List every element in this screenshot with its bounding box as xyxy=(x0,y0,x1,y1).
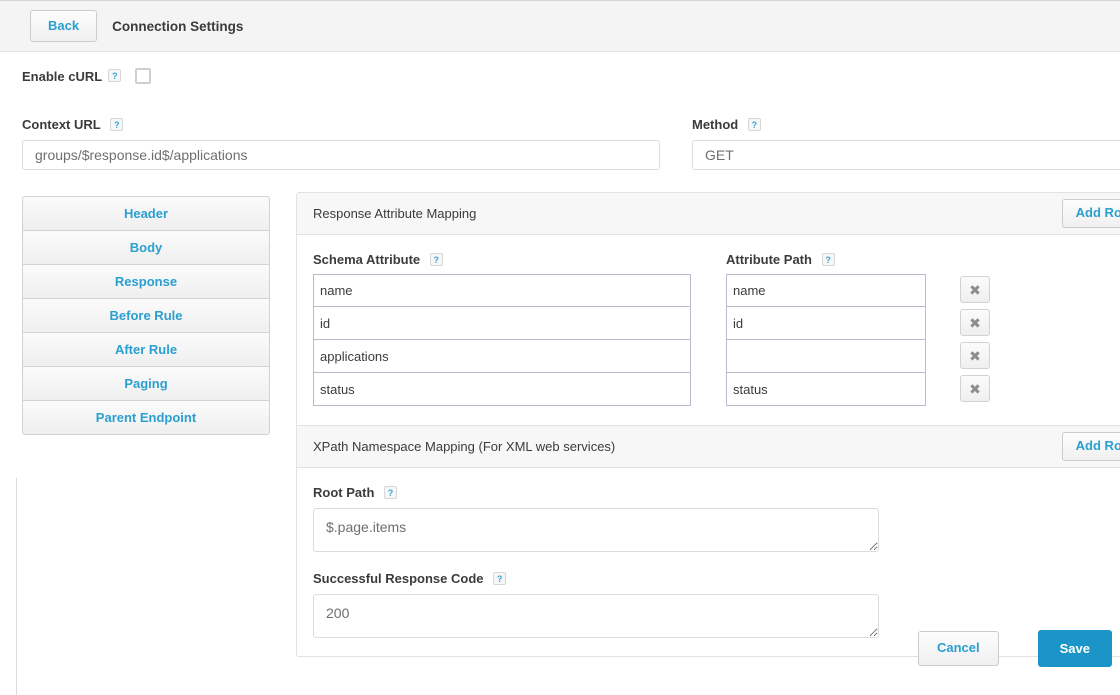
sidebar-item-response[interactable]: Response xyxy=(22,264,270,298)
xpath-namespace-mapping-panel: XPath Namespace Mapping (For XML web ser… xyxy=(296,425,1120,658)
attribute-path-input[interactable] xyxy=(726,373,926,406)
schema-attribute-input[interactable] xyxy=(313,340,691,373)
context-url-label: Context URL xyxy=(22,117,101,133)
help-icon[interactable]: ? xyxy=(493,571,507,585)
attribute-path-input[interactable] xyxy=(726,340,926,373)
add-row-button-response[interactable]: Add Row xyxy=(1061,199,1120,228)
page-title: Connection Settings xyxy=(112,18,244,34)
top-bar: Back Connection Settings xyxy=(0,0,1120,52)
left-divider xyxy=(16,478,17,695)
context-url-label-group: Context URL ? xyxy=(22,116,124,133)
schema-attribute-input[interactable] xyxy=(313,274,691,307)
sidebar-item-after-rule[interactable]: After Rule xyxy=(22,332,270,366)
attribute-path-header: Attribute Path ? xyxy=(726,251,926,267)
panel-header: XPath Namespace Mapping (For XML web ser… xyxy=(297,426,1120,468)
root-path-textarea[interactable]: $.page.items xyxy=(313,508,879,553)
panel-title: XPath Namespace Mapping (For XML web ser… xyxy=(313,439,616,454)
panel-header: Response Attribute Mapping Add Row xyxy=(297,193,1120,235)
help-icon[interactable]: ? xyxy=(108,69,122,82)
help-icon[interactable]: ? xyxy=(384,485,398,499)
panel-body: Root Path ? $.page.items Successful Resp… xyxy=(297,468,1120,656)
help-icon[interactable]: ? xyxy=(821,252,835,266)
attribute-path-input[interactable] xyxy=(726,307,926,340)
schema-attribute-inputs xyxy=(313,274,691,406)
sidebar-item-before-rule[interactable]: Before Rule xyxy=(22,298,270,332)
cancel-button[interactable]: Cancel xyxy=(917,631,999,666)
delete-row-button[interactable]: ✖ xyxy=(960,276,990,303)
help-icon[interactable]: ? xyxy=(429,252,443,266)
back-button[interactable]: Back xyxy=(30,9,98,43)
mapping-table: Schema Attribute ? Attribute Path ? xyxy=(313,251,1120,408)
help-icon[interactable]: ? xyxy=(747,117,761,131)
help-icon[interactable]: ? xyxy=(110,117,124,131)
delete-column: ✖ ✖ ✖ ✖ xyxy=(960,251,990,408)
method-input[interactable] xyxy=(692,140,1120,170)
context-url-input[interactable] xyxy=(22,140,660,170)
sidebar-item-parent-endpoint[interactable]: Parent Endpoint xyxy=(22,400,270,435)
response-attribute-mapping-panel: Response Attribute Mapping Add Row Schem… xyxy=(296,192,1120,427)
column-label: Schema Attribute xyxy=(313,252,421,268)
enable-curl-label: Enable cURL xyxy=(22,68,103,84)
schema-attribute-header: Schema Attribute ? xyxy=(313,251,691,267)
add-row-button-xpath[interactable]: Add Row xyxy=(1061,432,1120,461)
attribute-path-column: Attribute Path ? xyxy=(726,251,926,406)
attribute-path-inputs xyxy=(726,274,926,406)
sidebar-item-paging[interactable]: Paging xyxy=(22,366,270,400)
response-code-field: Successful Response Code ? 200 xyxy=(313,570,1120,639)
panel-title: Response Attribute Mapping xyxy=(313,206,477,221)
schema-attribute-input[interactable] xyxy=(313,373,691,406)
save-button[interactable]: Save xyxy=(1037,630,1112,667)
response-code-label: Successful Response Code xyxy=(313,571,484,587)
method-label-group: Method ? xyxy=(692,116,761,132)
root-path-field: Root Path ? $.page.items xyxy=(313,484,1120,553)
schema-attribute-input[interactable] xyxy=(313,307,691,340)
attribute-path-input[interactable] xyxy=(726,274,926,307)
response-code-label-group: Successful Response Code ? xyxy=(313,570,1120,586)
schema-attribute-column: Schema Attribute ? xyxy=(313,251,691,406)
column-label: Attribute Path xyxy=(726,252,812,268)
delete-row-button[interactable]: ✖ xyxy=(960,342,990,369)
sidebar-item-body[interactable]: Body xyxy=(22,230,270,264)
settings-sidebar: Header Body Response Before Rule After R… xyxy=(22,196,270,435)
form-actions: Cancel Save xyxy=(296,630,1112,667)
sidebar-item-header[interactable]: Header xyxy=(22,196,270,230)
panel-body: Schema Attribute ? Attribute Path ? xyxy=(297,235,1120,426)
root-path-label: Root Path xyxy=(313,485,375,501)
enable-curl-checkbox[interactable] xyxy=(135,68,152,84)
root-path-label-group: Root Path ? xyxy=(313,484,1120,500)
enable-curl-field: Enable cURL ? xyxy=(22,68,152,84)
delete-row-button[interactable]: ✖ xyxy=(960,375,990,402)
method-label: Method xyxy=(692,117,739,133)
delete-row-button[interactable]: ✖ xyxy=(960,309,990,336)
